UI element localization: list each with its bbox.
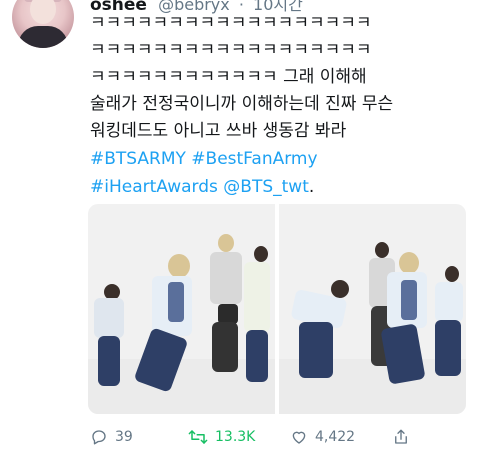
tweet-text: ㅋㅋㅋㅋㅋㅋㅋㅋㅋㅋㅋㅋㅋㅋㅋㅋㅋㅋ ㅋㅋㅋㅋㅋㅋㅋㅋㅋㅋㅋㅋㅋㅋㅋㅋㅋㅋ ㅋㅋ… xyxy=(90,10,470,145)
avatar-shirt xyxy=(18,26,68,48)
hashtag-link[interactable]: #iHeartAwards xyxy=(90,177,218,197)
dancer-figure xyxy=(133,252,198,402)
like-count: 4,422 xyxy=(315,429,356,445)
reply-count: 39 xyxy=(115,429,133,445)
retweet-icon xyxy=(188,430,208,444)
share-button[interactable] xyxy=(392,428,410,446)
tweet-text-line: 워킹데드도 아니고 쓰바 생동감 봐라 xyxy=(90,121,347,141)
tweet-header: oshee @bebryx · 10시간 xyxy=(90,0,303,15)
retweet-button[interactable]: 13.3K xyxy=(188,428,255,446)
tweet-text-line: ㅋㅋㅋㅋㅋㅋㅋㅋㅋㅋㅋㅋㅋㅋㅋㅋㅋㅋ xyxy=(90,13,372,33)
retweet-count: 13.3K xyxy=(215,429,256,445)
dancer-figure xyxy=(238,244,274,394)
dancer-figure xyxy=(431,264,465,404)
tweet-text-line: ㅋㅋㅋㅋㅋㅋㅋㅋㅋㅋㅋㅋㅋㅋㅋㅋㅋㅋ xyxy=(90,40,372,60)
avatar[interactable] xyxy=(12,0,74,48)
avatar-face xyxy=(30,0,56,24)
tweet-actions: 39 13.3K 4,422 xyxy=(90,428,470,448)
hashtag-link[interactable]: #BTSARMY xyxy=(90,149,186,169)
dancer-figure xyxy=(279,274,359,404)
share-icon xyxy=(395,429,407,444)
reply-button[interactable]: 39 xyxy=(90,428,133,446)
tweet-text-line: ㅋㅋㅋㅋㅋㅋㅋㅋㅋㅋㅋㅋ 그래 이해해 xyxy=(90,67,367,87)
tweet-hashtags: #BTSARMY #BestFanArmy #iHeartAwards @BTS… xyxy=(90,145,470,201)
like-button[interactable]: 4,422 xyxy=(290,428,355,446)
dancer-figure xyxy=(92,274,132,404)
hashtag-link[interactable]: #BestFanArmy xyxy=(191,149,317,169)
reply-icon xyxy=(92,430,106,445)
heart-icon xyxy=(292,431,306,444)
tweet-text-line: 술래가 전정국이니까 이해하는데 진짜 무슨 xyxy=(90,94,394,114)
mention-link[interactable]: @BTS_twt xyxy=(223,177,309,197)
media-image-left[interactable] xyxy=(88,204,275,414)
tweet-media[interactable] xyxy=(88,204,466,414)
trailing-period: . xyxy=(308,177,315,197)
media-image-right[interactable] xyxy=(279,204,466,414)
